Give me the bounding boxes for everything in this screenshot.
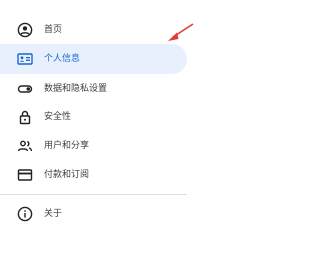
nav-item-data-privacy[interactable]: 数据和隐私设置 [0, 74, 187, 104]
nav-item-label: 付款和订阅 [44, 170, 90, 180]
nav-item-label: 安全性 [44, 112, 72, 122]
annotation-arrow-icon [165, 22, 195, 44]
info-icon [17, 206, 33, 222]
nav-divider [0, 194, 187, 195]
sidebar-page: 首页 个人信息 数据和隐私设置 安全性 用户和分享 付款和订阅 关于 [0, 0, 259, 275]
account-circle-icon [17, 22, 33, 38]
toggle-icon [17, 81, 33, 97]
nav-item-payments[interactable]: 付款和订阅 [0, 160, 187, 190]
nav-item-security[interactable]: 安全性 [0, 102, 187, 132]
lock-icon [17, 109, 33, 125]
nav-item-label: 数据和隐私设置 [44, 84, 108, 94]
nav-item-label: 用户和分享 [44, 141, 90, 151]
nav-item-label: 首页 [44, 25, 63, 35]
nav-item-people-sharing[interactable]: 用户和分享 [0, 131, 187, 161]
nav-item-label: 个人信息 [44, 54, 81, 64]
nav-item-label: 关于 [44, 209, 63, 219]
people-icon [17, 138, 33, 154]
credit-card-icon [17, 167, 33, 183]
nav-item-personal-info[interactable]: 个人信息 [0, 44, 187, 74]
nav-item-home[interactable]: 首页 [0, 15, 187, 45]
nav-item-about[interactable]: 关于 [0, 199, 187, 229]
id-card-icon [17, 51, 33, 67]
